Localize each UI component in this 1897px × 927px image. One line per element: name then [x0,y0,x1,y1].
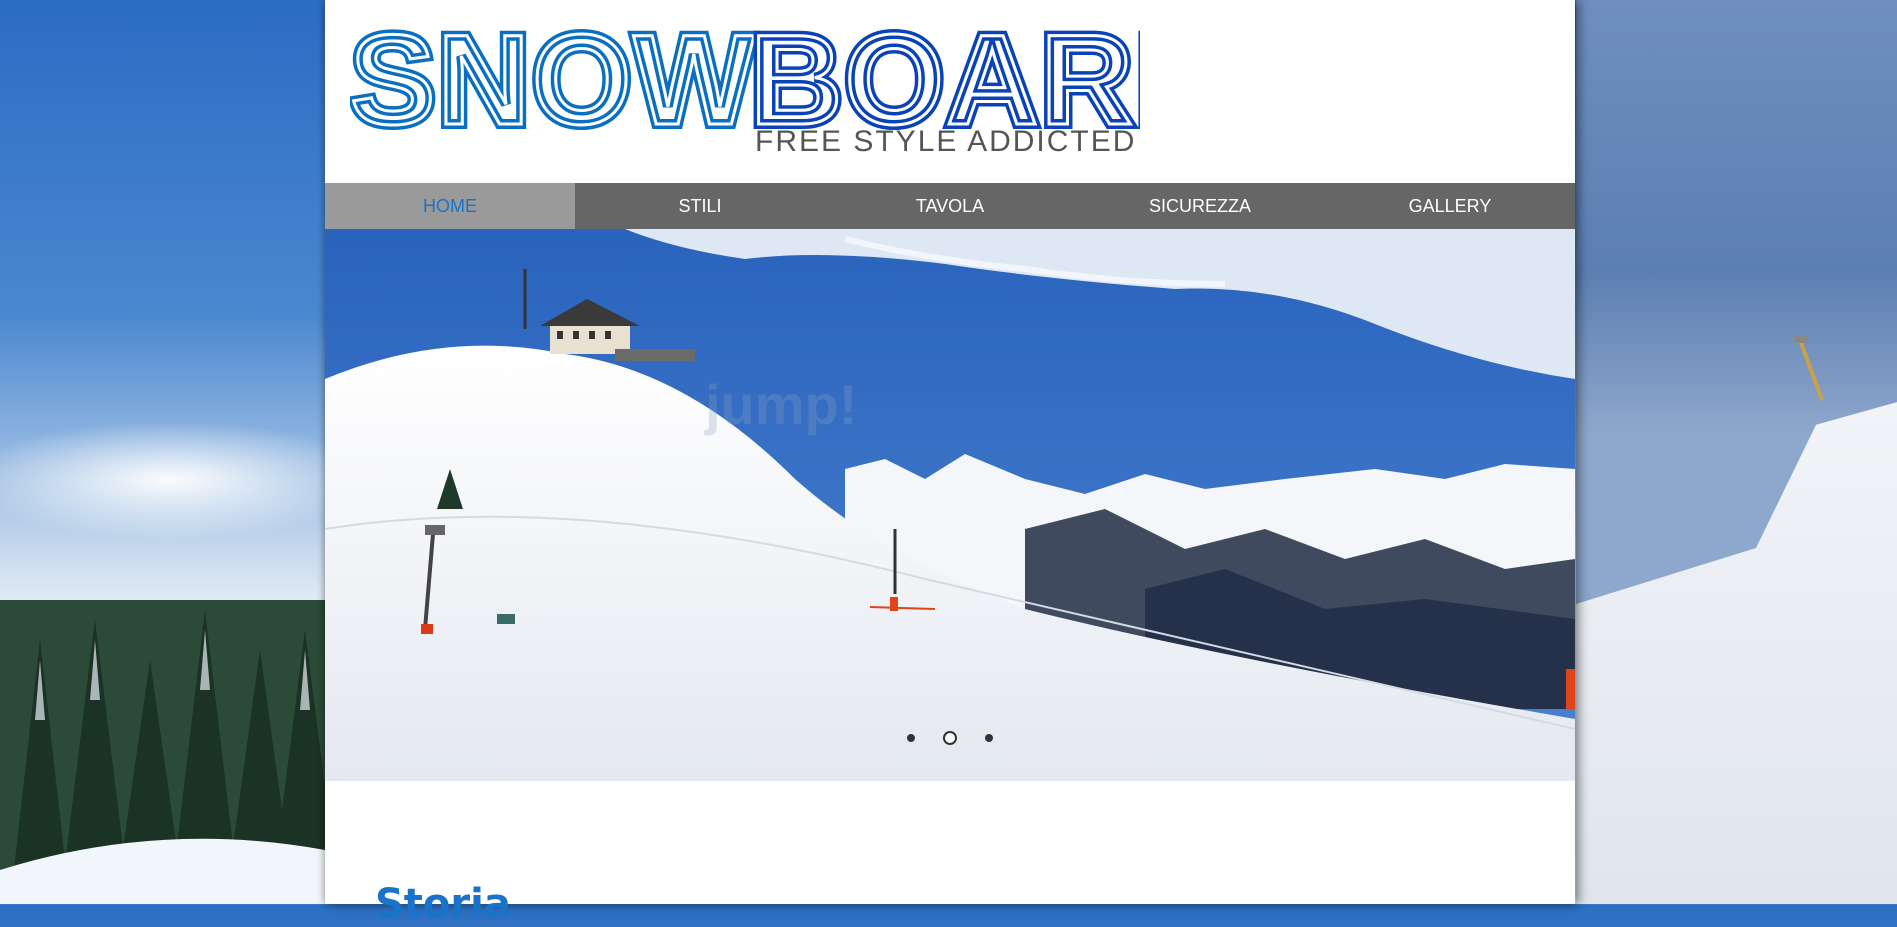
forest-image [0,600,325,904]
main-content: Storia [325,781,1575,927]
page-container: SNOW SNOW BOARD BOARD FREE STYLE ADDICTE… [325,0,1575,927]
svg-text:jump!: jump! [704,373,857,436]
section-heading: Storia [375,881,511,927]
svg-text:SNOW: SNOW [350,12,756,152]
slider-dot-3[interactable] [985,734,993,742]
nav-item-gallery[interactable]: GALLERY [1325,183,1575,229]
nav-item-tavola[interactable]: TAVOLA [825,183,1075,229]
nav-item-stili[interactable]: STILI [575,183,825,229]
snow-cannon-pole [1794,335,1824,401]
site-tagline: FREE STYLE ADDICTED [755,125,1137,158]
slider-dot-1[interactable] [907,734,915,742]
nav-item-sicurezza[interactable]: SICUREZZA [1075,183,1325,229]
slider-pagination [325,731,1575,745]
main-navigation: HOME STILI TAVOLA SICUREZZA GALLERY [325,183,1575,229]
hero-slide-image: jump! [325,229,1575,781]
hero-slider[interactable]: jump! [325,229,1575,781]
background-right-scenery [1576,0,1897,904]
site-header: SNOW SNOW BOARD BOARD FREE STYLE ADDICTE… [325,0,1575,183]
background-left-scenery [0,0,325,904]
nav-item-home[interactable]: HOME [325,183,575,229]
slider-dot-2-active[interactable] [943,731,957,745]
